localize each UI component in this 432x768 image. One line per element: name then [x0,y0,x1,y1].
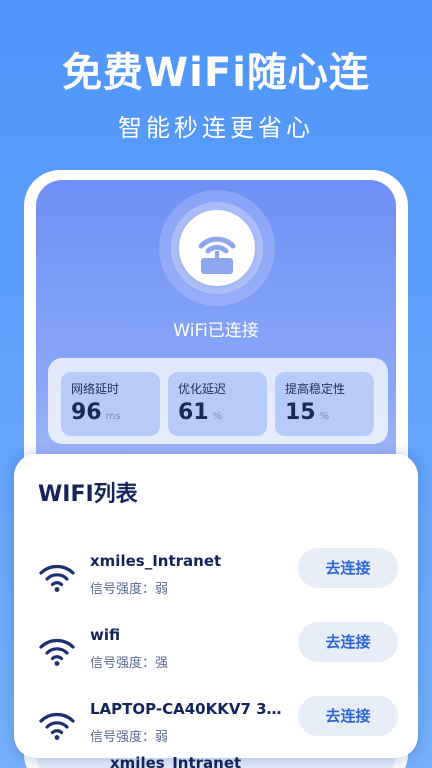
connect-button[interactable]: 去连接 [298,696,398,736]
wifi-strength: 信号强度：弱 [90,582,169,597]
wifi-list-item-peek: xmiles_Intranet [14,756,418,768]
wifi-list-sheet: WIFI列表 xmiles_Intranet 信号强度：弱 去连接 wifi 信… [14,454,418,758]
hero-subtitle: 智能秒连更省心 [118,114,314,142]
wifi-name: LAPTOP-CA40KKV7 35… [90,700,290,718]
router-icon [198,236,236,274]
wifi-signal-icon [39,713,75,740]
stat-label: 提高稳定性 [285,382,346,396]
connection-status: WiFi已连接 [173,321,259,341]
wifi-list-item: xmiles_Intranet 信号强度：弱 去连接 [14,548,418,608]
stat-card-stability: 提高稳定性 15% [275,372,374,436]
wifi-strength: 信号强度：弱 [90,730,169,745]
stat-value: 15% [285,400,330,425]
stat-label: 网络延时 [71,382,120,396]
wifi-name: wifi [90,626,121,644]
stat-value: 61% [178,400,223,425]
wifi-name: xmiles_Intranet [110,756,242,768]
wifi-name: xmiles_Intranet [90,552,222,570]
wifi-strength: 信号强度：强 [90,656,169,671]
wifi-signal-icon [39,565,75,592]
stat-card-latency: 网络延时 96 ms [61,372,160,436]
wifi-list-title: WIFI列表 [38,482,138,507]
hero-title: 免费WiFi随心连 [62,50,370,96]
stat-value: 96 ms [71,400,121,425]
wifi-list-item: wifi 信号强度：强 去连接 [14,622,418,682]
stat-card-optimize: 优化延迟 61% [168,372,267,436]
wifi-signal-icon [39,639,75,666]
connect-button[interactable]: 去连接 [298,548,398,588]
wifi-list-item: LAPTOP-CA40KKV7 35… 信号强度：弱 去连接 [14,696,418,756]
connect-button[interactable]: 去连接 [298,622,398,662]
stat-label: 优化延迟 [178,382,227,396]
